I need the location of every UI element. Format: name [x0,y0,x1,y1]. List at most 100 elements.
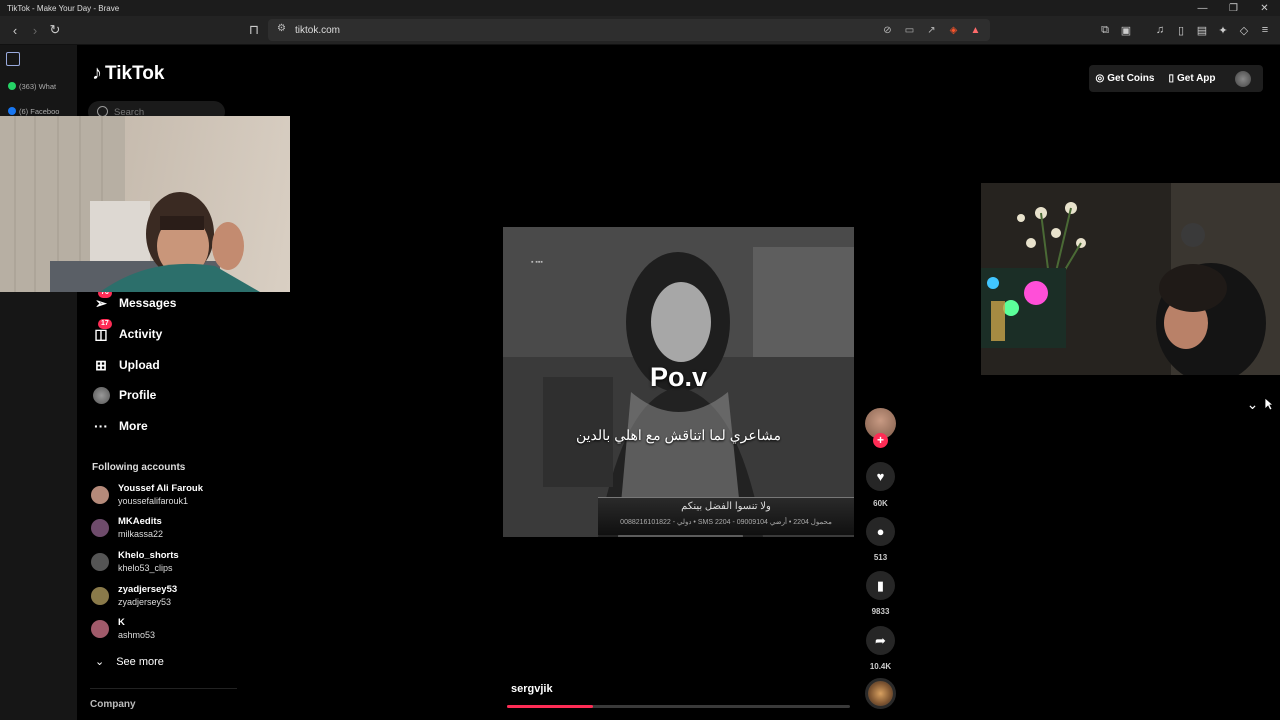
following-account[interactable]: MKAedits milkassa22 [91,516,163,540]
banner-subtext: 0088216101822 - دولي • SMS 2204 - محمول … [620,519,832,526]
more-dots-icon: ··· [94,418,108,434]
webcam-overlay-left [0,116,290,292]
chevron-down-icon: ⌄ [95,656,105,668]
facebook-icon [8,107,16,115]
leo-ai-icon[interactable]: ✦ [1214,20,1232,40]
activity-badge: 17 [98,319,112,329]
whatsapp-icon [8,82,16,90]
follow-button[interactable]: + [873,433,888,448]
no-tracking-icon[interactable]: ⊘ [879,21,896,39]
sidebar-tab-whatsapp[interactable]: (363) What [8,82,72,91]
vpn-icon[interactable]: ◇ [1235,20,1253,40]
inbox-icon: ◫ 17 [92,319,112,343]
share-count: 10.4K [869,662,892,671]
comment-button[interactable]: ● [866,517,895,546]
nav-upload[interactable]: ⊞ Upload [92,356,160,374]
tiktok-brand: TikTok [105,62,165,84]
like-button[interactable]: ♥ [866,462,895,491]
account-name: MKAedits [118,516,162,527]
share-arrow-icon: ➦ [875,632,886,648]
webcam-image [0,116,260,292]
video-player[interactable]: ▪ ▪▪▪ Po.v مشاعري لما اتناقش مع اهلي بال… [503,227,854,537]
window-title: TikTok - Make Your Day - Brave [7,3,120,13]
see-more-button[interactable]: ⌄ See more [95,655,164,669]
avatar [91,519,109,537]
site-settings-icon[interactable]: ⚙ [277,23,286,34]
paper-plane-icon: ➢ 76 [92,288,112,312]
save-button[interactable]: ▮ [866,571,895,600]
tab-search-icon[interactable]: ▣ [1117,20,1135,40]
get-coins-button[interactable]: ◎ Get Coins [1089,65,1161,92]
following-account[interactable]: Kashmo53 [91,617,155,641]
brave-rewards-icon[interactable]: ▲ [967,21,984,39]
nav-messages[interactable]: ➢ 76 Messages [92,288,177,312]
nav-more[interactable]: ··· More [92,417,148,435]
nav-label: More [119,419,148,433]
following-title: Following accounts [92,462,186,473]
video-overlay-title: Po.v [649,362,708,392]
avatar [91,553,109,571]
nav-label: Messages [119,296,177,310]
account-handle: khelo53_clips [118,563,173,573]
nav-profile[interactable]: Profile [92,386,156,404]
tab-label: (363) What [19,82,57,91]
window-titlebar: TikTok - Make Your Day - Brave — ❐ ✕ [0,0,1280,16]
profile-button[interactable] [1223,65,1263,92]
account-handle: zyadjersey53 [118,597,172,607]
like-count: 60K [873,499,888,508]
comment-count: 513 [873,553,888,562]
address-bar[interactable]: ⚙ tiktok.com ⊘ ▭ ↗ ◈ ▲ [268,19,990,41]
divider [90,688,237,689]
get-app-button[interactable]: ▯ Get App [1161,65,1223,92]
tiktok-note-icon: ♪ [92,62,102,84]
extensions-icon[interactable]: ⧉ [1096,20,1114,40]
account-name: Youssef Ali Farouk [118,483,203,494]
minimize-button[interactable]: — [1187,0,1218,16]
menu-icon[interactable]: ≡ [1256,20,1274,40]
wallet-icon[interactable]: ▤ [1193,20,1211,40]
share-button[interactable]: ➦ [866,626,895,655]
share-icon[interactable]: ↗ [923,21,940,39]
phone-icon: ▯ [1168,73,1174,84]
back-button[interactable]: ‹ [5,20,25,40]
video-banner: ولا تنسوا الفضل بينكم 0088216101822 - دو… [598,497,854,535]
coin-icon: ◎ [1095,73,1105,84]
save-count: 9833 [871,607,890,616]
url-text: tiktok.com [295,24,341,36]
nav-label: Activity [119,327,163,341]
extensions-area: ⧉ ▣ ♫ ▯ ▤ ✦ ◇ ≡ [1096,20,1274,40]
url-actions: ⊘ ▭ ↗ ◈ ▲ [879,21,984,39]
comment-icon: ● [876,524,885,539]
nav-label: Profile [119,388,157,402]
banner-text: ولا تنسوا الفضل بينكم [681,501,771,512]
webcam-image [981,183,1280,375]
music-disc[interactable] [865,678,896,709]
bookmark-icon: ▮ [876,577,885,593]
mouse-cursor [1264,397,1273,411]
bookmark-icon[interactable]: ⊓ [244,20,264,40]
forward-button[interactable]: › [25,20,45,40]
following-account[interactable]: Khelo_shorts khelo53_clips [91,550,179,574]
see-more-label: See more [116,655,164,668]
following-account[interactable]: Youssef Ali Farouk youssefalifarouk1 [91,483,203,507]
sidebar-toggle-icon[interactable]: ▯ [1172,20,1190,40]
video-progress-fill [507,705,593,708]
video-progress-bar[interactable] [507,705,850,708]
nav-activity[interactable]: ◫ 17 Activity [92,319,163,343]
maximize-button[interactable]: ❐ [1218,0,1249,16]
media-icon[interactable]: ♫ [1151,20,1169,40]
reload-button[interactable]: ↻ [45,20,65,40]
sidebar-tab-facebook[interactable]: (6) Faceboo [8,107,72,116]
tiktok-logo[interactable]: ♪ TikTok [92,62,164,85]
panel-icon[interactable] [6,52,20,66]
next-video-button[interactable]: ⌄ [1238,392,1267,416]
company-link[interactable]: Company [90,699,136,710]
browser-toolbar: ‹ › ↻ ⊓ ⚙ tiktok.com ⊘ ▭ ↗ ◈ ▲ ⧉ ▣ ♫ ▯ ▤… [0,16,1280,45]
video-author[interactable]: sergvjik [511,683,553,695]
brave-shield-icon[interactable]: ◈ [945,21,962,39]
channel-watermark: ▪ ▪▪▪ [531,259,543,266]
cast-icon[interactable]: ▭ [901,21,918,39]
following-account[interactable]: zyadjersey53 zyadjersey53 [91,584,177,608]
close-window-button[interactable]: ✕ [1249,0,1280,16]
avatar [92,386,110,404]
